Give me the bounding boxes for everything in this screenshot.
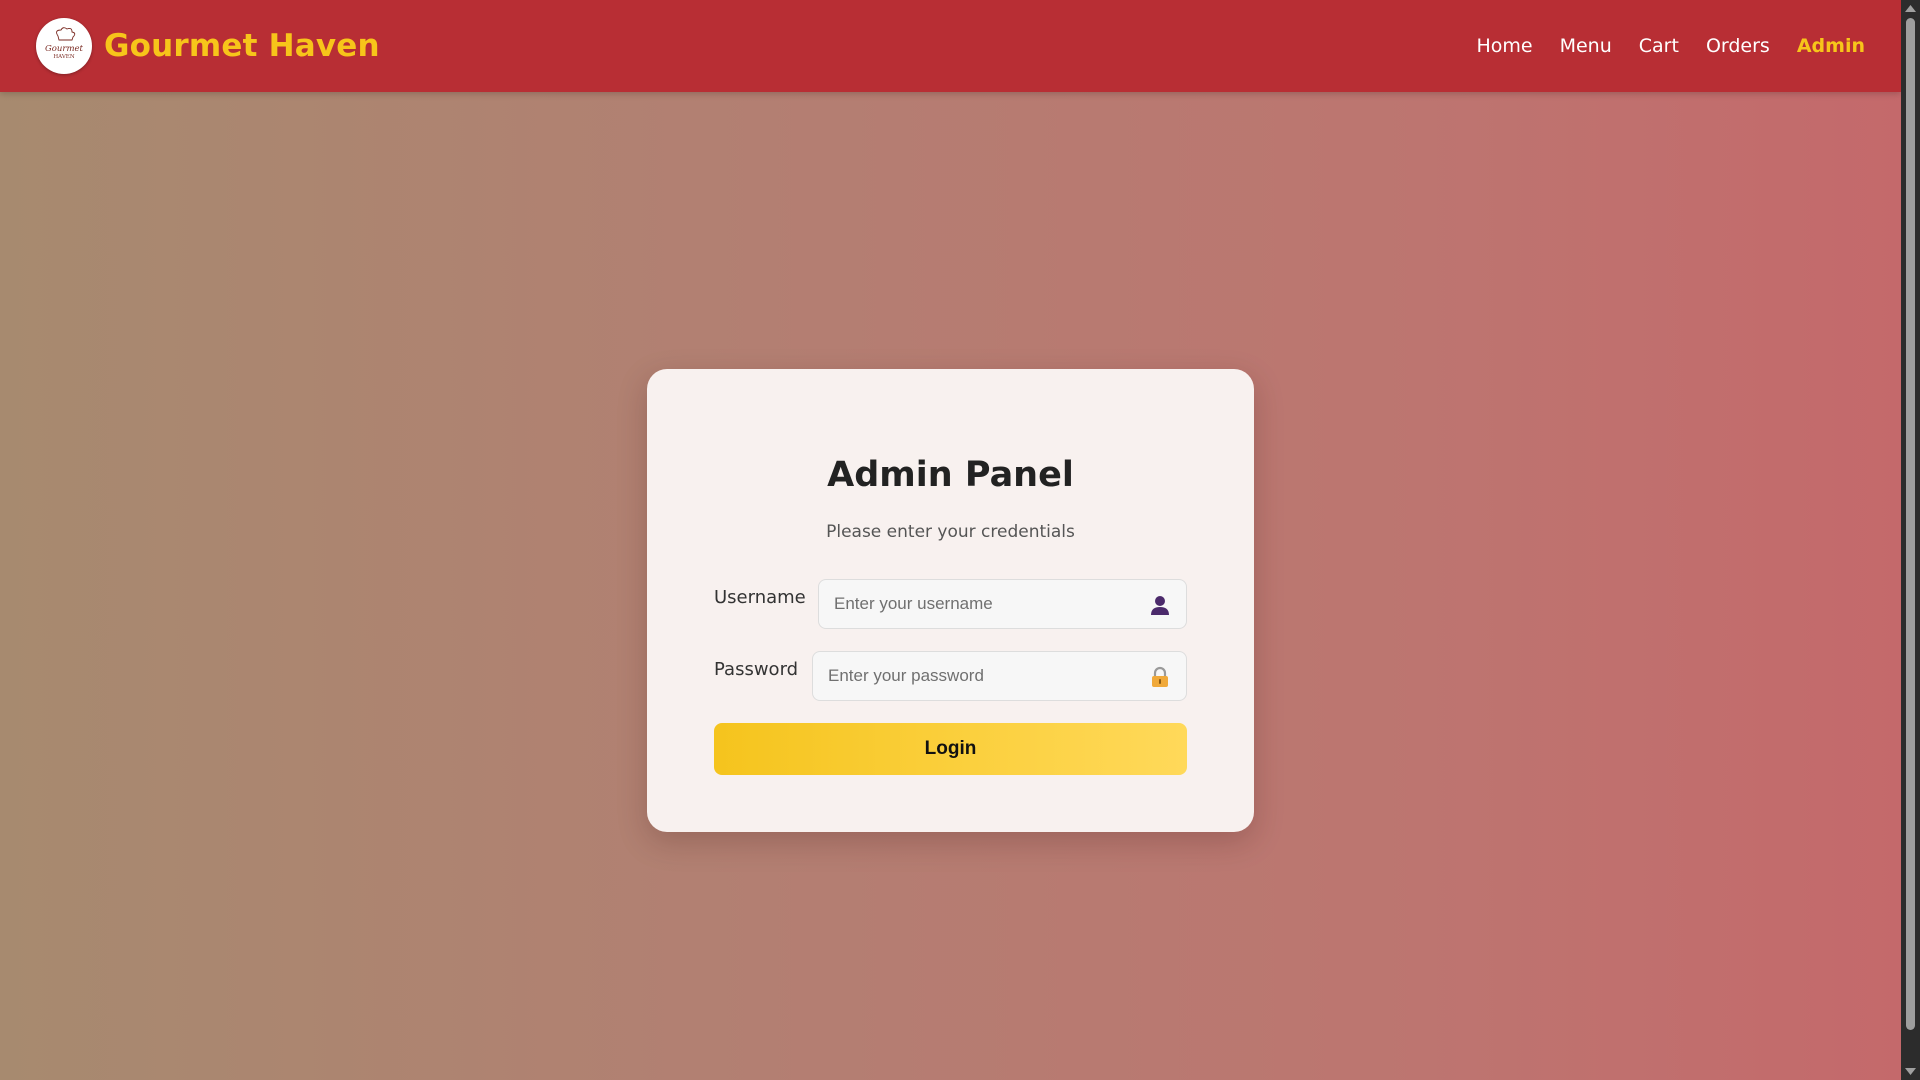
chef-hat-logo-icon: Gourmet HAVEN (45, 27, 84, 60)
username-field-wrapper (818, 579, 1187, 629)
login-subtitle: Please enter your credentials (826, 522, 1075, 542)
main-nav: Home Menu Cart Orders Admin (1476, 0, 1865, 92)
login-button[interactable]: Login (714, 723, 1187, 775)
nav-link-cart[interactable]: Cart (1639, 35, 1679, 57)
user-icon (1148, 593, 1172, 617)
password-row: Password (714, 651, 1187, 701)
username-row: Username (714, 579, 1187, 629)
brand[interactable]: Gourmet HAVEN Gourmet Haven (36, 18, 380, 74)
scrollbar-thumb[interactable] (1906, 18, 1915, 1030)
nav-link-home[interactable]: Home (1476, 35, 1532, 57)
password-label: Password (714, 659, 799, 680)
nav-link-admin[interactable]: Admin (1797, 35, 1865, 57)
page-background: Gourmet HAVEN Gourmet Haven Home Menu Ca… (0, 0, 1901, 1080)
username-label: Username (714, 587, 806, 608)
lock-icon (1148, 665, 1172, 689)
brand-logo[interactable]: Gourmet HAVEN (36, 18, 92, 74)
admin-login-card: Admin Panel Please enter your credential… (647, 369, 1254, 832)
username-input[interactable] (819, 580, 1186, 628)
logo-text-line1: Gourmet (45, 44, 84, 54)
vertical-scrollbar[interactable] (1901, 0, 1920, 1080)
scroll-down-arrow-icon[interactable] (1901, 1064, 1920, 1080)
nav-link-menu[interactable]: Menu (1560, 35, 1612, 57)
password-input[interactable] (813, 652, 1186, 700)
brand-name[interactable]: Gourmet Haven (104, 28, 380, 64)
nav-link-orders[interactable]: Orders (1706, 35, 1770, 57)
logo-text-line2: HAVEN (53, 54, 74, 60)
page-title: Admin Panel (827, 455, 1074, 495)
top-navbar: Gourmet HAVEN Gourmet Haven Home Menu Ca… (0, 0, 1901, 92)
scroll-up-arrow-icon[interactable] (1901, 0, 1920, 16)
password-field-wrapper (812, 651, 1187, 701)
